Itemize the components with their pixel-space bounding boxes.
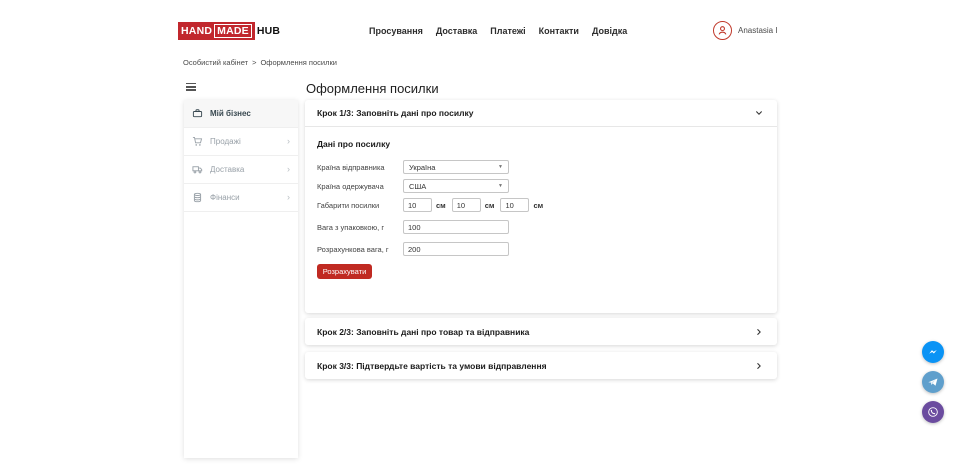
page-title: Оформлення посилки	[306, 81, 439, 96]
calculated-weight-input[interactable]	[403, 242, 509, 256]
hamburger-icon[interactable]	[186, 83, 196, 93]
chevron-right-icon: ›	[287, 165, 290, 174]
recipient-country-value: США	[409, 182, 426, 191]
sidebar-item-label: Фінанси	[210, 193, 240, 202]
dimension-length-input[interactable]	[403, 198, 432, 212]
nav-item-help[interactable]: Довідка	[592, 26, 627, 36]
dimension-width-input[interactable]	[452, 198, 481, 212]
sidebar-item-label: Мій бізнес	[210, 109, 251, 118]
messenger-icon	[926, 345, 940, 359]
sender-country-select[interactable]: Україна ▼	[403, 160, 509, 174]
user-avatar-icon	[713, 21, 732, 40]
coins-icon	[192, 192, 204, 204]
main-nav: Просування Доставка Платежі Контакти Дов…	[369, 26, 627, 36]
dimension-height-input[interactable]	[500, 198, 529, 212]
calculated-weight-label: Розрахункова вага, г	[317, 245, 403, 254]
sidebar-item-label: Продажі	[210, 137, 241, 146]
logo-part-made: MADE	[214, 24, 252, 38]
sidebar-item-sales[interactable]: Продажі ›	[184, 128, 298, 156]
unit-label: см	[533, 201, 543, 210]
messenger-button[interactable]	[922, 341, 944, 363]
unit-label: см	[436, 201, 446, 210]
briefcase-icon	[192, 108, 204, 120]
sidebar-item-my-business[interactable]: Мій бізнес	[184, 100, 298, 128]
sidebar: Мій бізнес Продажі › Доставка ›	[184, 100, 298, 458]
step3-title: Крок 3/3: Підтвердьте вартість та умови …	[317, 361, 547, 371]
sidebar-item-label: Доставка	[210, 165, 244, 174]
chevron-down-icon	[753, 107, 765, 119]
breadcrumb: Особистий кабінет > Оформлення посилки	[183, 58, 337, 67]
nav-item-payments[interactable]: Платежі	[490, 26, 525, 36]
top-header: HANDMADE HUB Просування Доставка Платежі…	[0, 0, 960, 55]
nav-item-contacts[interactable]: Контакти	[539, 26, 579, 36]
logo-red-box: HANDMADE	[178, 22, 255, 40]
dimensions-label: Габарити посилки	[317, 201, 403, 210]
recipient-country-label: Країна одержувача	[317, 182, 403, 191]
chevron-right-icon	[753, 360, 765, 372]
chevron-right-icon: ›	[287, 193, 290, 202]
recipient-country-row: Країна одержувача США ▼	[317, 179, 765, 193]
step1-body: Дані про посилку Країна відправника Укра…	[305, 127, 777, 279]
sender-country-value: Україна	[409, 163, 435, 172]
viber-button[interactable]	[922, 401, 944, 423]
unit-label: см	[485, 201, 495, 210]
truck-icon	[192, 164, 204, 176]
chevron-right-icon: ›	[287, 137, 290, 146]
dimensions-row: Габарити посилки см см см	[317, 198, 765, 212]
step1-header[interactable]: Крок 1/3: Заповніть дані про посилку	[305, 100, 777, 127]
telegram-icon	[926, 375, 940, 389]
sidebar-item-delivery[interactable]: Доставка ›	[184, 156, 298, 184]
packed-weight-input[interactable]	[403, 220, 509, 234]
viber-icon	[926, 405, 940, 419]
logo-part-hand: HAND	[181, 25, 212, 37]
recipient-country-select[interactable]: США ▼	[403, 179, 509, 193]
calculated-weight-row: Розрахункова вага, г	[317, 242, 765, 256]
telegram-button[interactable]	[922, 371, 944, 393]
logo-part-hub: HUB	[255, 25, 280, 37]
step3-header[interactable]: Крок 3/3: Підтвердьте вартість та умови …	[305, 352, 777, 379]
packed-weight-row: Вага з упаковкою, г	[317, 220, 765, 234]
step1-card: Крок 1/3: Заповніть дані про посилку Дан…	[305, 100, 777, 313]
user-menu[interactable]: Anastasia I	[713, 21, 778, 40]
nav-item-promotion[interactable]: Просування	[369, 26, 423, 36]
calculate-button[interactable]: Розрахувати	[317, 264, 372, 279]
select-arrow-icon: ▼	[498, 183, 503, 189]
sender-country-row: Країна відправника Україна ▼	[317, 160, 765, 174]
sidebar-item-finances[interactable]: Фінанси ›	[184, 184, 298, 212]
select-arrow-icon: ▼	[498, 164, 503, 170]
chevron-right-icon	[753, 326, 765, 338]
step2-header[interactable]: Крок 2/3: Заповніть дані про товар та ві…	[305, 318, 777, 345]
breadcrumb-separator: >	[252, 58, 256, 67]
logo[interactable]: HANDMADE HUB	[178, 22, 280, 40]
cart-icon	[192, 136, 204, 148]
sender-country-label: Країна відправника	[317, 163, 403, 172]
breadcrumb-home[interactable]: Особистий кабінет	[183, 58, 248, 67]
user-name: Anastasia I	[738, 26, 778, 35]
nav-item-delivery[interactable]: Доставка	[436, 26, 477, 36]
step1-title: Крок 1/3: Заповніть дані про посилку	[317, 108, 473, 118]
parcel-data-section-title: Дані про посилку	[317, 139, 765, 149]
step2-title: Крок 2/3: Заповніть дані про товар та ві…	[317, 327, 529, 337]
packed-weight-label: Вага з упаковкою, г	[317, 223, 403, 232]
breadcrumb-current: Оформлення посилки	[260, 58, 337, 67]
step3-card: Крок 3/3: Підтвердьте вартість та умови …	[305, 352, 777, 379]
step2-card: Крок 2/3: Заповніть дані про товар та ві…	[305, 318, 777, 345]
